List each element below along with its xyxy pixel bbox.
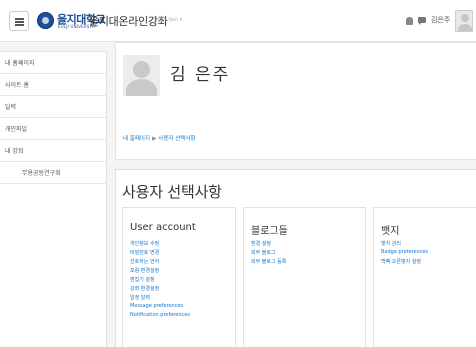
user-avatar[interactable] bbox=[455, 10, 473, 32]
user-account-section: User account 개인정보 수정 비밀번호 변경 선호하는 언어 포럼 … bbox=[122, 207, 236, 347]
breadcrumb-current-link[interactable]: 사용자 선택사항 bbox=[158, 136, 195, 142]
nav-drawer: 내 홈페이지 사이트 홈 달력 개인파일 내 강좌 무용공동연구회 bbox=[0, 51, 107, 347]
section-title: 뱃지 bbox=[381, 226, 400, 237]
sidebar-item-home[interactable]: 내 홈페이지 bbox=[0, 52, 107, 74]
page-header: 김 은주 내 홈페이지 ▶ 사용자 선택사항 bbox=[115, 42, 476, 160]
university-logo[interactable] bbox=[37, 12, 54, 29]
top-navbar: 을지대학교 EULJI UNIVERSITY 을지대온라인강좌 한국어 (ko)… bbox=[0, 0, 476, 42]
section-title: 블로그들 bbox=[251, 226, 288, 237]
sidebar-item-my-courses[interactable]: 내 강좌 bbox=[0, 140, 107, 162]
hamburger-line bbox=[15, 21, 24, 23]
sidebar-item-label: 사이트 홈 bbox=[5, 82, 29, 89]
sidebar-item-private-files[interactable]: 개인파일 bbox=[0, 118, 107, 140]
preferences-card: 사용자 선택사항 User account 개인정보 수정 비밀번호 변경 선호… bbox=[115, 169, 476, 347]
sidebar-item-label: 내 홈페이지 bbox=[5, 60, 35, 67]
editor-preferences-link[interactable]: 편집기 설정 bbox=[130, 276, 155, 283]
badge-preferences-link[interactable]: Badge preferences bbox=[381, 249, 428, 255]
page-title: 사용자 선택사항 bbox=[122, 183, 222, 201]
sidebar-item-site-home[interactable]: 사이트 홈 bbox=[0, 74, 107, 96]
forum-preferences-link[interactable]: 포럼 환경설정 bbox=[130, 267, 159, 274]
badges-section: 뱃지 뱃지 관리 Badge preferences 백팩 오픈뱃지 설정 bbox=[373, 207, 476, 347]
blog-preferences-link[interactable]: 환경 설정 bbox=[251, 240, 271, 247]
hamburger-line bbox=[15, 18, 24, 20]
message-preferences-link[interactable]: Message preferences bbox=[130, 303, 183, 309]
notification-preferences-link[interactable]: Notification preferences bbox=[130, 312, 190, 318]
edit-profile-link[interactable]: 개인정보 수정 bbox=[130, 240, 159, 247]
blogs-section: 블로그들 환경 설정 외부 블로그 외부 블로그 등록 bbox=[243, 207, 366, 347]
register-external-blog-link[interactable]: 외부 블로그 등록 bbox=[251, 258, 286, 265]
breadcrumb-separator-icon: ▶ bbox=[152, 136, 157, 142]
backpack-settings-link[interactable]: 백팩 오픈뱃지 설정 bbox=[381, 258, 421, 265]
user-menu-name[interactable]: 김은주 bbox=[431, 15, 450, 25]
language-menu[interactable]: 한국어 (ko) ▾ bbox=[153, 16, 182, 23]
breadcrumb-home-link[interactable]: 내 홈페이지 bbox=[123, 136, 150, 142]
sidebar-item-course[interactable]: 무용공동연구회 bbox=[0, 162, 107, 184]
profile-avatar[interactable] bbox=[123, 55, 160, 96]
external-blogs-link[interactable]: 외부 블로그 bbox=[251, 249, 276, 256]
message-icon[interactable] bbox=[418, 17, 426, 25]
sidebar-item-label: 개인파일 bbox=[5, 126, 28, 133]
calendar-preferences-link[interactable]: 일정 달력 bbox=[130, 294, 150, 301]
sidebar-item-label: 달력 bbox=[5, 104, 17, 111]
sidebar-item-label: 무용공동연구회 bbox=[22, 170, 61, 177]
menu-toggle-button[interactable] bbox=[9, 11, 29, 31]
manage-badges-link[interactable]: 뱃지 관리 bbox=[381, 240, 401, 247]
notification-bell-icon[interactable] bbox=[406, 17, 413, 25]
section-title: User account bbox=[130, 222, 196, 233]
breadcrumb: 내 홈페이지 ▶ 사용자 선택사항 bbox=[123, 134, 195, 142]
sidebar-item-calendar[interactable]: 달력 bbox=[0, 96, 107, 118]
profile-name: 김 은주 bbox=[170, 65, 231, 85]
course-preferences-link[interactable]: 강좌 환경설정 bbox=[130, 285, 159, 292]
hamburger-line bbox=[15, 24, 24, 26]
change-password-link[interactable]: 비밀번호 변경 bbox=[130, 249, 159, 256]
preferred-language-link[interactable]: 선호하는 언어 bbox=[130, 258, 159, 265]
sidebar-item-label: 내 강좌 bbox=[5, 148, 24, 155]
